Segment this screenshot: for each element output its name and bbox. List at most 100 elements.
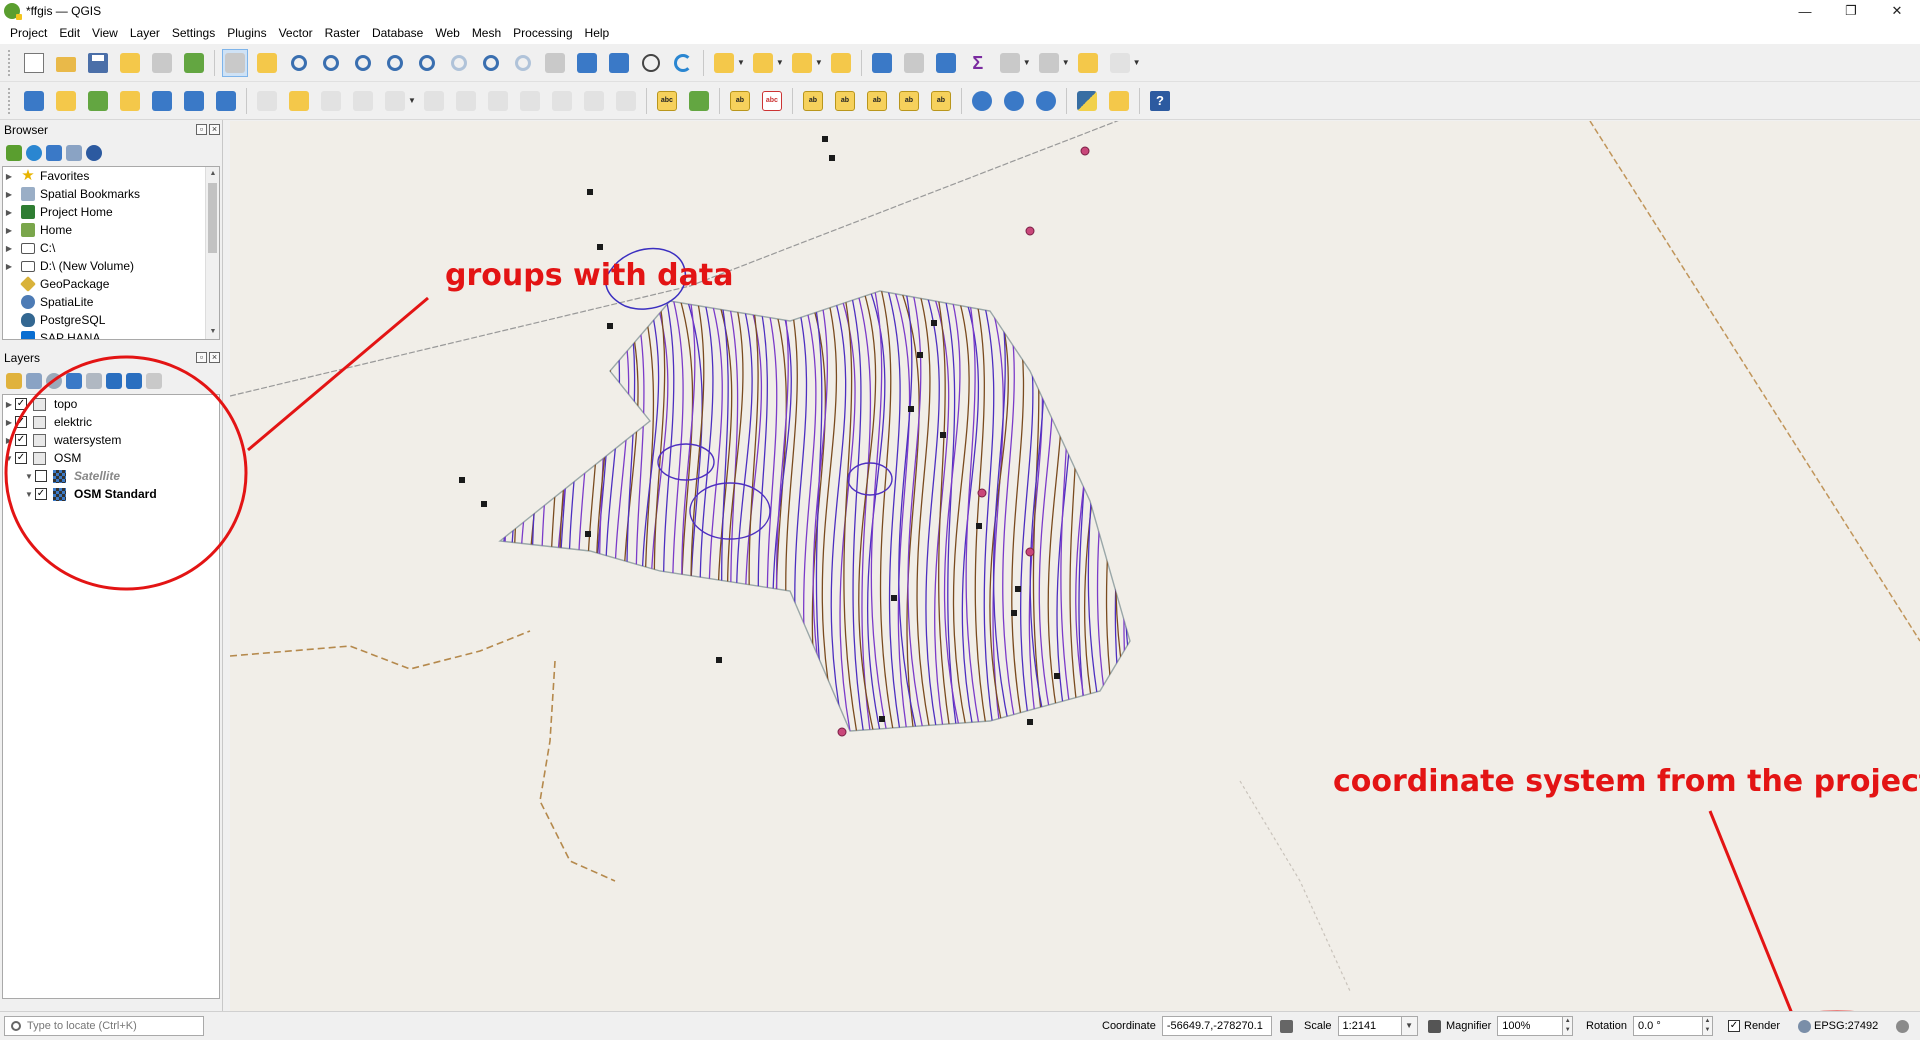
menu-processing[interactable]: Processing bbox=[507, 22, 578, 44]
pan-map-button[interactable] bbox=[222, 48, 248, 77]
toolbar-grip[interactable] bbox=[8, 87, 12, 114]
add-wms-layer-button[interactable] bbox=[969, 87, 995, 115]
zoom-in-button[interactable] bbox=[286, 49, 312, 77]
highlight-pinned-labels-button[interactable]: ab bbox=[727, 87, 753, 115]
chevron-down-icon[interactable]: ▼ bbox=[737, 58, 745, 67]
menu-view[interactable]: View bbox=[86, 22, 124, 44]
layout-manager-button[interactable] bbox=[149, 49, 175, 77]
layer-group-osm[interactable]: ▼ ✓ OSM bbox=[3, 449, 219, 467]
browser-item-c-drive[interactable]: ▶ C:\ bbox=[3, 239, 219, 257]
menu-layer[interactable]: Layer bbox=[124, 22, 166, 44]
attribute-table-button[interactable] bbox=[901, 49, 927, 77]
show-bookmarks-button[interactable] bbox=[606, 49, 632, 77]
layer-satellite[interactable]: ▼ Satellite bbox=[3, 467, 219, 485]
locator-search-input[interactable]: Type to locate (Ctrl+K) bbox=[4, 1016, 204, 1036]
chevron-down-icon[interactable]: ▼ bbox=[776, 58, 784, 67]
collapse-arrow-icon[interactable]: ▼ bbox=[23, 472, 35, 481]
scroll-thumb[interactable] bbox=[208, 183, 217, 253]
chevron-down-icon[interactable]: ▼ bbox=[815, 58, 823, 67]
menu-vector[interactable]: Vector bbox=[273, 22, 319, 44]
new-geopackage-layer-button[interactable] bbox=[53, 87, 79, 115]
zoom-full-button[interactable] bbox=[350, 49, 376, 77]
new-map-view-button[interactable] bbox=[542, 49, 568, 77]
data-source-manager-button[interactable] bbox=[21, 87, 47, 115]
add-vector-layer-button[interactable] bbox=[149, 87, 175, 115]
layer-visibility-checkbox[interactable]: ✓ bbox=[35, 488, 47, 500]
render-checkbox[interactable]: ✓ bbox=[1728, 1020, 1740, 1032]
temporal-controller-button[interactable] bbox=[638, 49, 664, 77]
menu-settings[interactable]: Settings bbox=[166, 22, 221, 44]
close-panel-button[interactable]: × bbox=[209, 124, 220, 135]
browser-item-favorites[interactable]: ▶ ★ Favorites bbox=[3, 167, 219, 185]
measure-line-button[interactable] bbox=[1036, 49, 1062, 77]
select-by-value-button[interactable] bbox=[750, 49, 776, 77]
layer-visibility-checkbox[interactable]: ✓ bbox=[15, 452, 27, 464]
menu-plugins[interactable]: Plugins bbox=[221, 22, 272, 44]
digitize-button[interactable] bbox=[350, 87, 376, 115]
layer-diagram-button[interactable] bbox=[686, 87, 712, 115]
browser-item-sap-hana[interactable]: SAP HANA bbox=[3, 329, 219, 339]
add-layer-icon[interactable] bbox=[6, 145, 22, 161]
statistical-summary-button[interactable]: Σ bbox=[965, 49, 991, 77]
expand-arrow-icon[interactable]: ▶ bbox=[3, 190, 15, 199]
expand-arrow-icon[interactable]: ▶ bbox=[3, 400, 15, 409]
annotation-button[interactable] bbox=[1107, 49, 1133, 77]
move-label-button[interactable]: ab bbox=[800, 87, 826, 115]
zoom-next-button[interactable] bbox=[510, 49, 536, 77]
float-panel-button[interactable]: ▫ bbox=[196, 352, 207, 363]
collapse-arrow-icon[interactable]: ▼ bbox=[23, 490, 35, 499]
refresh-icon[interactable] bbox=[26, 145, 42, 161]
menu-help[interactable]: Help bbox=[579, 22, 616, 44]
new-temporary-layer-button[interactable] bbox=[117, 87, 143, 115]
vertex-tool-button[interactable] bbox=[382, 87, 408, 115]
filter-expression-icon[interactable] bbox=[86, 373, 102, 389]
zoom-out-button[interactable] bbox=[318, 49, 344, 77]
label-toolbar-button[interactable]: abc bbox=[654, 87, 680, 115]
select-features-button[interactable] bbox=[711, 49, 737, 77]
browser-scrollbar[interactable]: ▲ ▼ bbox=[205, 167, 219, 339]
minimize-button[interactable]: — bbox=[1782, 0, 1828, 22]
show-unplaced-labels-button[interactable]: ab bbox=[928, 87, 954, 115]
copy-features-button[interactable] bbox=[517, 87, 543, 115]
expand-arrow-icon[interactable]: ▶ bbox=[3, 226, 15, 235]
zoom-last-button[interactable] bbox=[478, 49, 504, 77]
toggle-extents-icon[interactable] bbox=[1279, 1019, 1293, 1033]
help-button[interactable]: ? bbox=[1147, 87, 1173, 115]
layer-styling-icon[interactable] bbox=[6, 373, 22, 389]
add-raster-layer-button[interactable] bbox=[181, 87, 207, 115]
zoom-to-layer-button[interactable] bbox=[414, 49, 440, 77]
undo-button[interactable] bbox=[581, 87, 607, 115]
messages-button[interactable] bbox=[1896, 1016, 1914, 1036]
close-button[interactable]: ✕ bbox=[1874, 0, 1920, 22]
add-group-icon[interactable] bbox=[26, 373, 42, 389]
add-wfs-layer-button[interactable] bbox=[1001, 87, 1027, 115]
new-shapefile-layer-button[interactable] bbox=[85, 87, 111, 115]
lock-icon[interactable] bbox=[1427, 1019, 1441, 1033]
menu-edit[interactable]: Edit bbox=[53, 22, 86, 44]
new-bookmark-button[interactable] bbox=[574, 49, 600, 77]
browser-item-geopackage[interactable]: GeoPackage bbox=[3, 275, 219, 293]
expand-arrow-icon[interactable]: ▶ bbox=[3, 262, 15, 271]
magnifier-field[interactable]: 100% bbox=[1497, 1016, 1564, 1036]
expand-arrow-icon[interactable]: ▶ bbox=[3, 208, 15, 217]
chevron-down-icon[interactable]: ▼ bbox=[408, 96, 416, 105]
layer-visibility-checkbox[interactable]: ✓ bbox=[15, 434, 27, 446]
chevron-down-icon[interactable]: ▼ bbox=[1062, 58, 1070, 67]
delete-selected-button[interactable] bbox=[453, 87, 479, 115]
scroll-down-icon[interactable]: ▼ bbox=[206, 325, 219, 339]
layer-visibility-checkbox[interactable] bbox=[35, 470, 47, 482]
new-print-layout-button[interactable] bbox=[117, 49, 143, 77]
paste-features-button[interactable] bbox=[549, 87, 575, 115]
pan-to-selection-button[interactable] bbox=[254, 49, 280, 77]
collapse-arrow-icon[interactable]: ▼ bbox=[3, 454, 15, 463]
collapse-all-icon[interactable] bbox=[66, 145, 82, 161]
layer-osm-standard[interactable]: ▼ ✓ OSM Standard bbox=[3, 485, 219, 503]
select-location-button[interactable] bbox=[828, 49, 854, 77]
chevron-down-icon[interactable]: ▼ bbox=[1133, 58, 1141, 67]
layer-visibility-checkbox[interactable]: ✓ bbox=[15, 416, 27, 428]
save-project-button[interactable] bbox=[85, 49, 111, 77]
browser-item-spatial-bookmarks[interactable]: ▶ Spatial Bookmarks bbox=[3, 185, 219, 203]
browser-item-postgresql[interactable]: PostgreSQL bbox=[3, 311, 219, 329]
menu-web[interactable]: Web bbox=[429, 22, 465, 44]
rotation-spinner[interactable]: ▲ ▼ bbox=[1702, 1016, 1713, 1036]
